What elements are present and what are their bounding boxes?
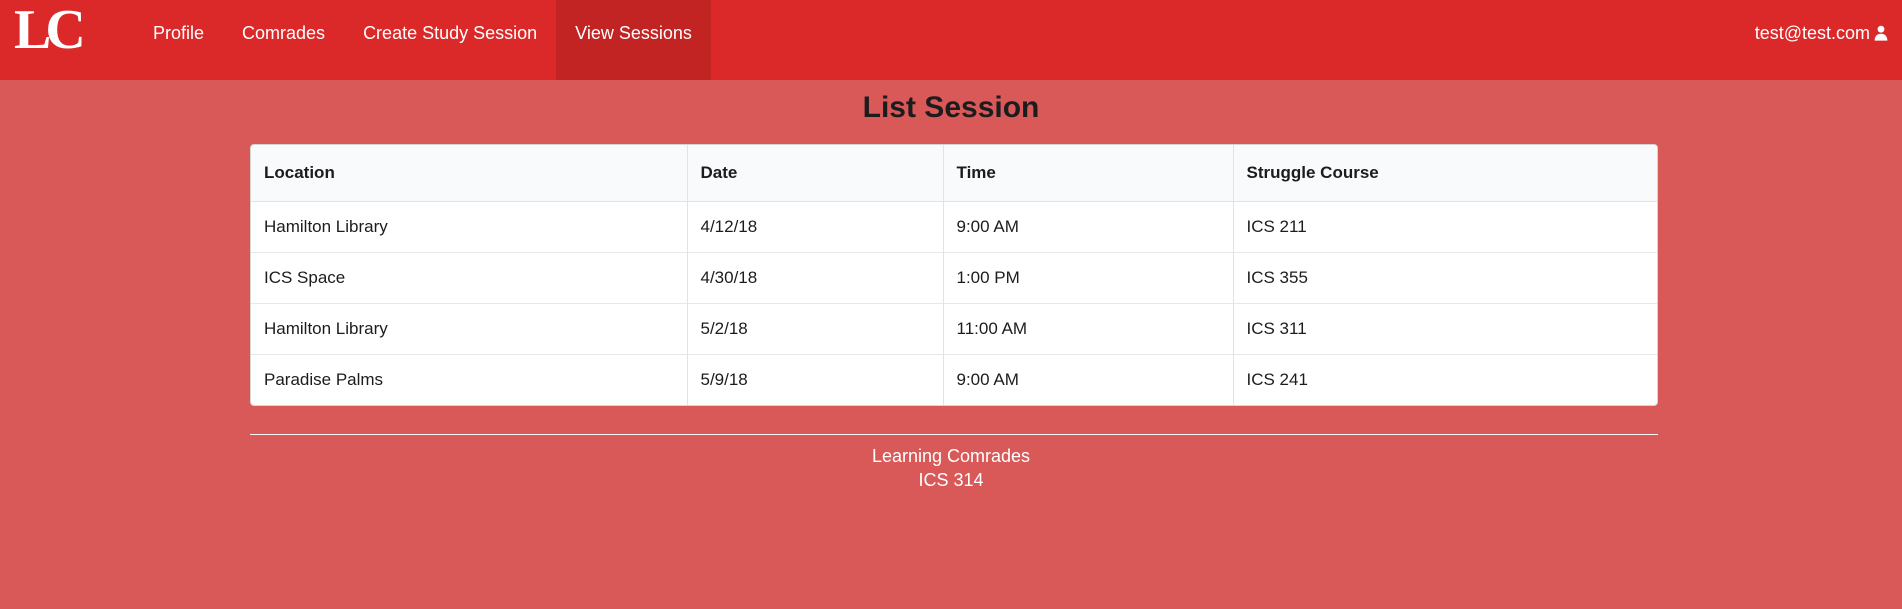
column-header-time: Time [942,145,1233,202]
cell-time: 9:00 AM [942,353,1233,405]
top-navbar: LC Profile Comrades Create Study Session… [0,0,1902,80]
table-row: Hamilton Library 5/2/18 11:00 AM ICS 311 [251,302,1657,354]
footer-divider [250,434,1658,435]
nav-item-view-sessions[interactable]: View Sessions [556,0,711,80]
cell-time: 11:00 AM [942,302,1233,354]
cell-location: Hamilton Library [264,216,388,236]
cell-date: 4/30/18 [686,251,943,303]
column-header-date: Date [686,145,943,202]
nav-item-create-study-session[interactable]: Create Study Session [344,0,556,80]
user-menu[interactable]: test@test.com [1755,0,1888,66]
cell-struggle-course: ICS 241 [1232,353,1657,405]
user-email[interactable]: test@test.com [1755,23,1870,44]
cell-time: 9:00 AM [942,201,1233,252]
footer-title: Learning Comrades [871,446,1031,466]
cell-struggle-course: ICS 211 [1232,201,1657,252]
column-header-location: Location [251,145,687,202]
app-logo[interactable]: LC [14,0,86,60]
cell-struggle-course: ICS 355 [1232,251,1657,303]
cell-struggle-course: ICS 311 [1232,302,1657,354]
cell-time: 1:00 PM [942,251,1233,303]
table-row: Hamilton Library 4/12/18 9:00 AM ICS 211 [251,201,1657,252]
cell-location: Paradise Palms [251,353,687,405]
nav-item-profile[interactable]: Profile [134,0,223,80]
page-title: List Session [862,91,1040,124]
footer: Learning Comrades ICS 314 [0,444,1902,492]
cell-location: ICS Space [251,251,687,303]
table-body: Hamilton Library 4/12/18 9:00 AM ICS 211… [251,201,1657,405]
table-row: ICS Space 4/30/18 1:00 PM ICS 355 [251,251,1657,303]
cell-date: 5/9/18 [686,353,943,405]
nav-menu: Profile Comrades Create Study Session Vi… [134,0,711,80]
table-header: Location Date Time Struggle Course [251,145,1657,202]
sessions-table: Location Date Time Struggle Course Hamil… [250,144,1658,406]
cell-date: 5/2/18 [686,302,943,354]
cell-location: Hamilton Library [251,302,687,354]
nav-item-comrades[interactable]: Comrades [223,0,344,80]
table-header-row: Location Date Time Struggle Course [251,145,1657,202]
column-header-struggle-course: Struggle Course [1232,145,1657,202]
user-icon [1874,25,1888,41]
sessions-table-grid: Location Date Time Struggle Course Hamil… [251,145,1657,405]
cell-date: 4/12/18 [686,201,943,252]
table-row: Paradise Palms 5/9/18 9:00 AM ICS 241 [251,353,1657,405]
footer-course: ICS 314 [918,470,984,490]
